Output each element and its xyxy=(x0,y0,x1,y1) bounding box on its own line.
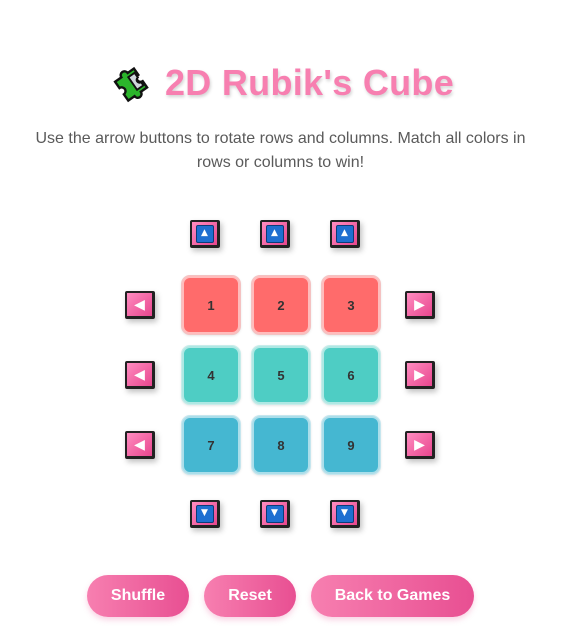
grid-tile: 1 xyxy=(181,275,241,335)
row-2-left-button[interactable]: ◀ xyxy=(125,361,155,389)
column-3-up-button[interactable]: ▲ xyxy=(330,220,360,248)
row-3-left-button[interactable]: ◀ xyxy=(125,431,155,459)
up-arrow-icon: ▲ xyxy=(195,224,214,243)
column-2-down-button[interactable]: ▼ xyxy=(260,500,290,528)
instructions-text: Use the arrow buttons to rotate rows and… xyxy=(35,130,526,171)
title-text: 2D Rubik's Cube xyxy=(164,62,455,103)
column-2-up-button[interactable]: ▲ xyxy=(260,220,290,248)
down-arrow-icon: ▼ xyxy=(335,504,354,523)
column-1-down-button[interactable]: ▼ xyxy=(190,500,220,528)
left-arrow-icon: ◀ xyxy=(134,296,145,313)
back-to-games-button[interactable]: Back to Games xyxy=(311,575,474,617)
column-1-up-button[interactable]: ▲ xyxy=(190,220,220,248)
row-2-right-button[interactable]: ▶ xyxy=(405,361,435,389)
up-arrow-icon: ▲ xyxy=(335,224,354,243)
row-3-right-button[interactable]: ▶ xyxy=(405,431,435,459)
left-arrow-icon: ◀ xyxy=(134,366,145,383)
right-arrow-icon: ▶ xyxy=(414,366,425,383)
right-arrow-icon: ▶ xyxy=(414,296,425,313)
row-1-right-button[interactable]: ▶ xyxy=(405,291,435,319)
grid-tile: 4 xyxy=(181,345,241,405)
grid-tile: 6 xyxy=(321,345,381,405)
up-arrow-icon: ▲ xyxy=(265,224,284,243)
grid-tile: 8 xyxy=(251,415,311,475)
row-1-left-button[interactable]: ◀ xyxy=(125,291,155,319)
grid-tile: 5 xyxy=(251,345,311,405)
down-arrow-icon: ▼ xyxy=(265,504,284,523)
down-arrow-icon: ▼ xyxy=(195,504,214,523)
column-3-down-button[interactable]: ▼ xyxy=(330,500,360,528)
shuffle-button[interactable]: Shuffle xyxy=(87,575,189,617)
grid-tile: 3 xyxy=(321,275,381,335)
grid-tile: 2 xyxy=(251,275,311,335)
reset-button[interactable]: Reset xyxy=(204,575,296,617)
right-arrow-icon: ▶ xyxy=(414,436,425,453)
left-arrow-icon: ◀ xyxy=(134,436,145,453)
page-title: 2D Rubik's Cube xyxy=(0,58,561,108)
puzzle-piece-icon xyxy=(113,66,149,103)
grid-tile: 7 xyxy=(181,415,241,475)
grid-tile: 9 xyxy=(321,415,381,475)
